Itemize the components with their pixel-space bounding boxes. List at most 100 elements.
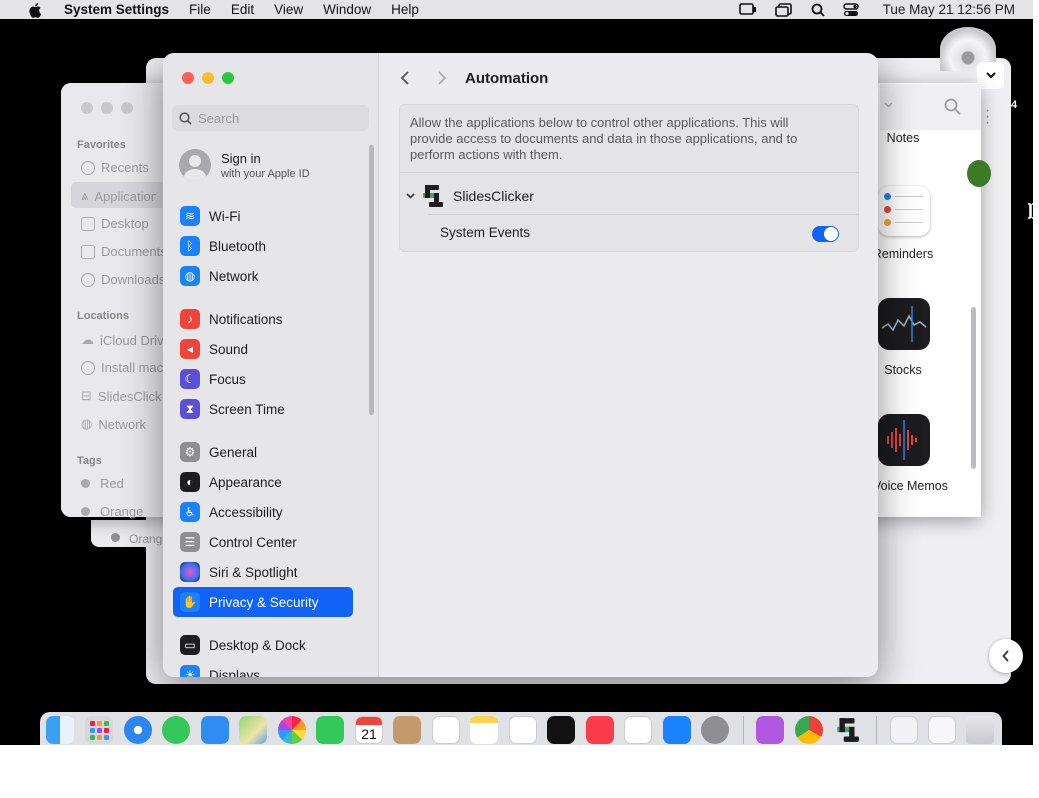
minimize-icon[interactable] [101,102,113,114]
news-dock-icon[interactable] [624,716,652,744]
feedback-assistant-dock-icon[interactable] [756,716,784,744]
signin-subtitle: with your Apple ID [221,167,310,180]
trash-icon[interactable] [966,716,994,744]
back-button[interactable] [399,70,411,86]
chevron-down-icon[interactable] [884,102,893,108]
sidebar-collapse-button[interactable] [989,639,1023,673]
menu-help[interactable]: Help [391,2,419,17]
finder-item-slidesclicker[interactable]: ⊟SlidesClicker [81,388,162,404]
finder-item-icloud[interactable]: ☁ iCloud Drive [81,332,164,348]
zoom-icon[interactable] [121,102,133,114]
sidebar-item-displays[interactable]: ☀ Displays [173,660,353,677]
dock-divider [876,716,877,744]
sidebar-item-general[interactable]: ⚙ General [173,437,353,467]
menu-window[interactable]: Window [323,2,371,17]
menu-edit[interactable]: Edit [231,2,254,17]
stage-manager-icon[interactable] [774,2,793,17]
app-label-reminders[interactable]: Reminders [868,247,938,261]
sidebar-item-sound[interactable]: ◂ Sound [173,334,353,364]
chevron-down-icon[interactable] [406,193,415,199]
finder-item-applications[interactable]: ⩓Applications [81,188,156,204]
apple-tv-dock-icon[interactable] [547,716,575,744]
stocks-icon[interactable] [878,298,930,350]
reminders-icon[interactable] [878,186,930,236]
mail-dock-icon[interactable] [201,716,229,744]
finder-item-desktop[interactable]: Desktop [81,216,149,231]
notes-dock-icon[interactable] [470,716,498,744]
close-icon[interactable] [182,72,194,84]
app-row-slidesclicker[interactable]: SlidesClicker [406,183,534,209]
system-events-toggle[interactable] [812,226,839,242]
facetime-dock-icon[interactable] [316,716,344,744]
zoom-icon[interactable] [222,72,234,84]
reminders-dock-icon[interactable] [432,716,460,744]
sidebar-item-wifi[interactable]: ≋ Wi-Fi [173,201,353,231]
menu-app-name[interactable]: System Settings [64,2,169,17]
minimize-icon[interactable] [202,72,214,84]
apple-menu-icon[interactable] [28,2,44,18]
slidesclicker-dock-icon[interactable] [833,716,861,744]
voice-memos-icon[interactable] [878,414,930,466]
finder-traffic-lights [81,102,141,117]
sidebar-item-accessibility[interactable]: ♿ Accessibility [173,497,353,527]
messages-dock-icon[interactable] [162,716,190,744]
system-settings-dock-icon[interactable] [701,716,729,744]
finder-item-network[interactable]: ◍ Network [81,416,146,432]
sidebar-item-control-center[interactable]: ☰ Control Center [173,527,353,557]
freeform-dock-icon[interactable] [509,716,537,744]
chrome-dock-icon[interactable] [795,716,823,744]
bell-icon: ♪ [180,309,200,329]
app-label-voice-memos[interactable]: Voice Memos [868,479,948,493]
launchpad-dock-icon[interactable] [85,716,113,744]
downloads-stack-icon[interactable] [928,716,956,744]
app-label-stocks[interactable]: Stocks [868,363,938,377]
sidebar-item-privacy-security[interactable]: ✋ Privacy & Security [173,587,353,617]
search-input[interactable] [196,109,360,127]
search-icon[interactable] [944,98,961,115]
signin-title: Sign in [221,150,261,166]
finder-tag-red[interactable]: Red [81,476,124,491]
sidebar-scrollbar[interactable] [369,145,374,415]
off-screen-area [0,745,1039,798]
contacts-dock-icon[interactable] [393,716,421,744]
finder-item-downloads[interactable]: Downloads [81,272,165,287]
sidebar-item-notifications[interactable]: ♪ Notifications [173,304,353,334]
app-label-notes[interactable]: Notes [868,131,938,145]
close-icon[interactable] [81,102,93,114]
menu-bar-clock[interactable]: Tue May 21 12:56 PM [883,2,1015,17]
music-dock-icon[interactable] [586,716,614,744]
sidebar-item-screen-time[interactable]: ⧗ Screen Time [173,394,353,424]
spotlight-search-icon[interactable] [811,3,825,17]
finder-dock-icon[interactable] [46,716,74,744]
forward-button[interactable] [436,70,448,86]
drive-icon: ⊟ [81,388,92,403]
finder-item-recents[interactable]: Recents [81,160,149,175]
sidebar-item-siri-spotlight[interactable]: Siri & Spotlight [173,557,353,587]
maps-dock-icon[interactable] [239,716,267,744]
sidebar-item-desktop-dock[interactable]: ▭ Desktop & Dock [173,630,353,660]
finder-item-documents[interactable]: Documents [81,244,163,259]
globe-icon: ◍ [180,266,200,286]
screen-mirroring-icon[interactable] [738,2,757,17]
finder-item-install-macos[interactable]: Install macOS [81,360,165,375]
app-store-dock-icon[interactable] [663,716,691,744]
finder-tag-orange[interactable]: Orange [81,504,143,519]
globe-icon: ◍ [81,416,93,431]
sidebar-item-bluetooth[interactable]: ᛒ Bluetooth [173,231,353,261]
wifi-icon: ≋ [180,206,200,226]
menu-file[interactable]: File [189,2,211,17]
document-stack-icon[interactable] [890,716,918,744]
settings-search[interactable] [172,105,369,131]
sidebar-item-focus[interactable]: ☾ Focus [173,364,353,394]
finder-scrollbar[interactable] [971,307,976,469]
calendar-dock-icon[interactable]: 21 [355,716,383,744]
more-options-icon[interactable]: · · · [985,103,990,131]
control-center-icon[interactable] [842,2,859,17]
sidebar-item-appearance[interactable]: ◐ Appearance [173,467,353,497]
photos-dock-icon[interactable] [278,716,306,744]
chevron-down-button[interactable] [977,62,1004,89]
sidebar-item-network[interactable]: ◍ Network [173,261,353,291]
safari-dock-icon[interactable] [124,716,152,744]
apple-id-signin[interactable]: Sign in with your Apple ID [179,149,310,181]
menu-view[interactable]: View [274,2,303,17]
